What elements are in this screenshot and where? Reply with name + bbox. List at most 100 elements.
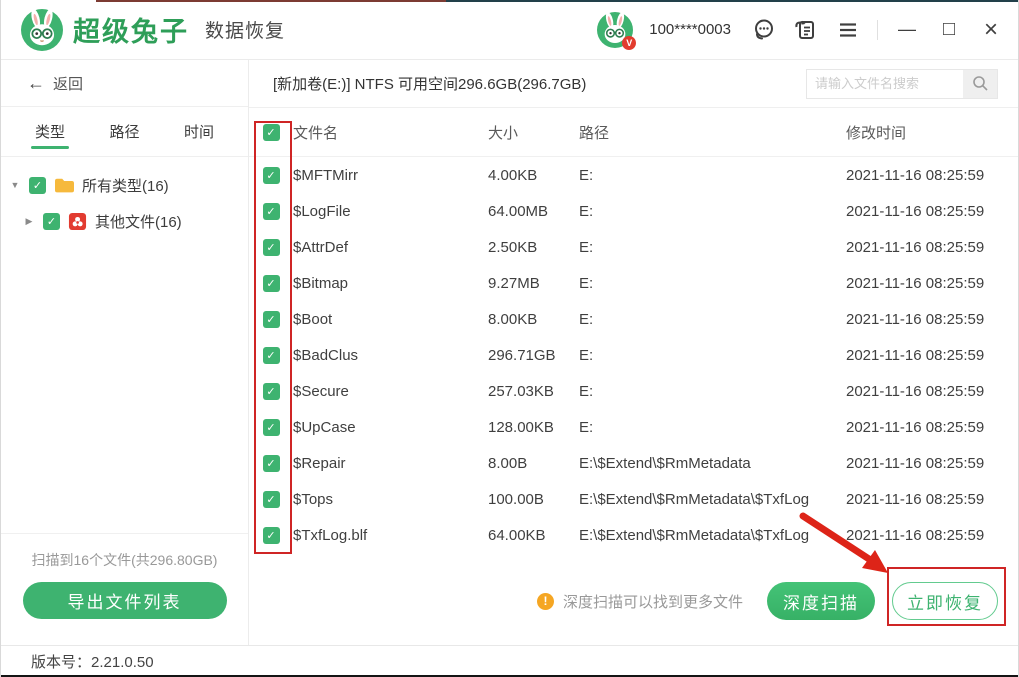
cell-filename: $UpCase [293,418,356,436]
account-number: 100****0003 [649,21,731,38]
warning-icon: ! [536,592,554,610]
table-row[interactable]: ✓ $Bitmap 9.27MB E: 2021-11-16 08:25:59 [249,265,1018,301]
caret-down-icon[interactable]: ▼ [9,180,21,190]
recover-now-button[interactable]: 立即恢复 [892,582,998,620]
column-header-path[interactable]: 路径 [579,122,846,143]
support-icon[interactable] [751,17,777,43]
cell-filename: $MFTMirr [293,166,358,184]
column-header-mtime[interactable]: 修改时间 [846,122,1018,143]
table-body: ✓ $MFTMirr 4.00KB E: 2021-11-16 08:25:59… [249,157,1018,553]
table-row[interactable]: ✓ $BadClus 296.71GB E: 2021-11-16 08:25:… [249,337,1018,373]
row-checkbox[interactable]: ✓ [262,166,280,184]
export-file-list-button[interactable]: 导出文件列表 [22,582,227,619]
feedback-icon[interactable] [793,17,819,43]
table-row[interactable]: ✓ $Boot 8.00KB E: 2021-11-16 08:25:59 [249,301,1018,337]
cell-mtime: 2021-11-16 08:25:59 [846,202,985,220]
table-row[interactable]: ✓ $AttrDef 2.50KB E: 2021-11-16 08:25:59 [249,229,1018,265]
version-text: 版本号：2.21.0.50 [31,654,154,671]
tab-type[interactable]: 类型 [30,108,70,155]
search-icon [972,76,988,91]
search-box [806,68,998,99]
menu-icon[interactable] [835,17,861,43]
back-label: 返回 [53,75,84,93]
search-input[interactable] [807,69,963,98]
cell-filename: $AttrDef [293,238,349,256]
user-avatar[interactable]: V [597,11,637,50]
cell-filename: $Secure [293,382,349,400]
app-window: 超级兔子 数据恢复 V 100****0003 — □ × ← 返回 类型 路径… [0,0,1019,677]
cell-mtime: 2021-11-16 08:25:59 [846,382,985,400]
cell-size: 2.50KB [488,238,538,256]
row-checkbox[interactable]: ✓ [262,202,280,220]
cell-path: E:\$Extend\$RmMetadata\$TxfLog [579,490,810,508]
vip-badge: V [622,35,637,50]
screen-edge-artifact [1,0,1018,2]
cell-filename: $Bitmap [293,274,349,292]
table-row[interactable]: ✓ $Secure 257.03KB E: 2021-11-16 08:25:5… [249,373,1018,409]
tab-path[interactable]: 路径 [107,108,141,155]
tab-time[interactable]: 时间 [182,108,216,155]
volume-info: [新加卷(E:)] NTFS 可用空间296.6GB(296.7GB) [273,76,587,93]
row-checkbox[interactable]: ✓ [262,382,280,400]
cell-path: E: [579,418,594,436]
cell-mtime: 2021-11-16 08:25:59 [846,274,985,292]
checkbox-other-files[interactable]: ✓ [43,212,60,230]
column-header-filename[interactable]: 文件名 [293,122,488,143]
file-type-tree: ▼ ✓ 所有类型(16) ▶ ✓ 其他文件(16) [1,157,248,239]
table-row[interactable]: ✓ $Repair 8.00B E:\$Extend\$RmMetadata 2… [249,445,1018,481]
row-checkbox[interactable]: ✓ [262,346,280,364]
cell-filename: $Tops [293,490,334,508]
cell-filename: $BadClus [293,346,359,364]
close-button[interactable]: × [978,16,1004,43]
table-row[interactable]: ✓ $MFTMirr 4.00KB E: 2021-11-16 08:25:59 [249,157,1018,193]
cell-path: E:\$Extend\$RmMetadata\$TxfLog [579,526,810,544]
back-button[interactable]: ← 返回 [1,60,248,107]
cell-filename: $Repair [293,454,346,472]
tree-item-all-types[interactable]: ▼ ✓ 所有类型(16) [1,167,248,203]
rabbit-logo-icon [21,8,63,51]
cell-size: 128.00KB [488,418,554,436]
table-row[interactable]: ✓ $LogFile 64.00MB E: 2021-11-16 08:25:5… [249,193,1018,229]
cell-path: E: [579,238,594,256]
minimize-button[interactable]: — [894,17,920,43]
table-header: ✓ 文件名 大小 路径 修改时间 [249,108,1018,157]
cell-filename: $TxfLog.blf [293,526,368,544]
titlebar: 超级兔子 数据恢复 V 100****0003 — □ × [1,0,1018,60]
deep-scan-hint: 深度扫描可以找到更多文件 [562,593,743,611]
row-checkbox[interactable]: ✓ [262,418,280,436]
checkbox-all-types[interactable]: ✓ [29,176,46,194]
cell-size: 257.03KB [488,382,554,400]
cell-size: 64.00KB [488,526,546,544]
cell-mtime: 2021-11-16 08:25:59 [846,166,985,184]
row-checkbox[interactable]: ✓ [262,526,280,544]
tree-item-other-files[interactable]: ▶ ✓ 其他文件(16) [1,203,248,239]
table-row[interactable]: ✓ $TxfLog.blf 64.00KB E:\$Extend\$RmMeta… [249,517,1018,553]
deep-scan-button[interactable]: 深度扫描 [767,582,875,620]
cell-path: E: [579,274,594,292]
row-checkbox[interactable]: ✓ [262,274,280,292]
cell-mtime: 2021-11-16 08:25:59 [846,418,985,436]
row-checkbox[interactable]: ✓ [262,310,280,328]
column-header-size[interactable]: 大小 [488,122,579,143]
table-row[interactable]: ✓ $Tops 100.00B E:\$Extend\$RmMetadata\$… [249,481,1018,517]
sidebar: ← 返回 类型 路径 时间 ▼ ✓ 所有类型(16) ▶ ✓ 其他文件(16) … [1,60,249,645]
caret-right-icon[interactable]: ▶ [23,216,35,227]
cell-path: E: [579,310,594,328]
row-checkbox[interactable]: ✓ [262,238,280,256]
cell-mtime: 2021-11-16 08:25:59 [846,490,985,508]
table-row[interactable]: ✓ $UpCase 128.00KB E: 2021-11-16 08:25:5… [249,409,1018,445]
cell-mtime: 2021-11-16 08:25:59 [846,238,985,256]
search-button[interactable] [963,69,997,98]
maximize-button[interactable]: □ [936,17,962,43]
select-all-checkbox[interactable]: ✓ [262,123,280,141]
cell-path: E: [579,346,594,364]
folder-icon [55,178,74,192]
row-checkbox[interactable]: ✓ [262,454,280,472]
cell-size: 296.71GB [488,346,556,364]
cell-size: 4.00KB [488,166,538,184]
cell-path: E: [579,382,594,400]
cell-path: E: [579,166,594,184]
cell-size: 8.00KB [488,310,538,328]
row-checkbox[interactable]: ✓ [262,490,280,508]
brand-name: 超级兔子 [73,17,189,47]
